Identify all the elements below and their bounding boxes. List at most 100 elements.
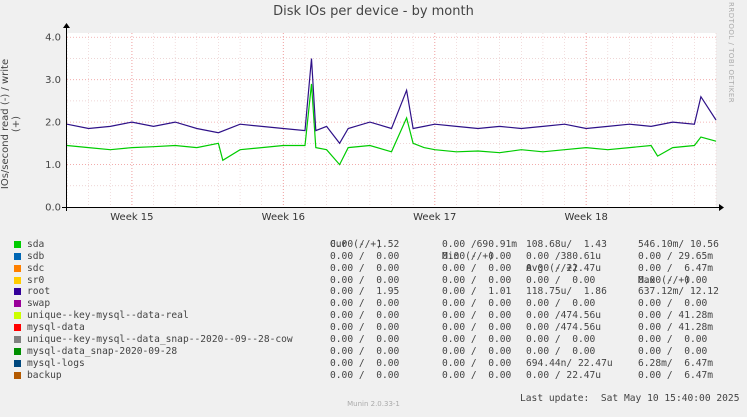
legend-row: mysql-data_snap-2020-09-28 0.00 / 0.00 0.0… xyxy=(10,346,747,358)
legend-max: 6.28m/ 6.47m xyxy=(638,357,714,369)
legend-min: 0.00 / 0.00 xyxy=(442,274,512,286)
legend-min: 0.00 / 0.00 xyxy=(442,250,512,262)
legend-avg: 0.00 /474.56u xyxy=(526,310,602,322)
legend-row: unique--key-mysql--data_snap--2020--09--… xyxy=(10,334,747,346)
y-tick-label: 1.0 xyxy=(45,160,61,171)
legend-label: sda xyxy=(27,238,45,250)
legend-cur: 0.00 / 1.52 xyxy=(330,238,400,250)
legend-avg: 0.00 /380.61u xyxy=(526,250,602,262)
legend-avg: 0.00 / 22.47u xyxy=(526,369,602,381)
legend-max: 0.00 / 29.65m xyxy=(638,250,714,262)
legend-avg: 108.68u/ 1.43 xyxy=(526,238,607,250)
legend-min: 0.00 / 0.00 xyxy=(442,345,512,357)
legend-label: sdb xyxy=(27,250,45,262)
legend-avg: 0.00 / 22.47u xyxy=(526,262,602,274)
y-tick-label: 2.0 xyxy=(45,118,61,129)
legend-label: sdc xyxy=(27,262,45,274)
x-tick-label: Week 16 xyxy=(262,212,305,223)
legend-cur: 0.00 / 0.00 xyxy=(330,334,400,346)
legend-swatch xyxy=(14,288,21,296)
legend-max: 0.00 / 0.00 xyxy=(638,274,708,286)
legend-swatch xyxy=(14,252,21,260)
legend-swatch xyxy=(14,240,21,248)
legend-row: sdc 0.00 / 0.00 0.00 / 0.00 0.00 / 22.47u 0.… xyxy=(10,263,747,275)
plot-area: 0.0 1.0 2.0 3.0 4.0 Week 15 Week 16 Week 17 Week… xyxy=(45,23,724,223)
legend-swatch xyxy=(14,264,21,272)
legend-row: sda 0.00 / 1.52 0.00 /690.91m 108.68u/ 1.43… xyxy=(10,239,747,251)
x-tick-label: Week 15 xyxy=(110,212,153,223)
legend-min: 0.00 / 0.00 xyxy=(442,322,512,334)
y-tick-label: 3.0 xyxy=(45,75,61,86)
legend-cur: 0.00 / 1.95 xyxy=(330,286,400,298)
legend-min: 0.00 / 0.00 xyxy=(442,357,512,369)
legend-min: 0.00 / 1.01 xyxy=(442,286,512,298)
legend-max: 0.00 / 6.47m xyxy=(638,262,714,274)
legend-label: backup xyxy=(27,369,62,381)
legend-max: 0.00 / 6.47m xyxy=(638,369,714,381)
legend-swatch xyxy=(14,300,21,308)
legend-row: mysql-logs 0.00 / 0.00 0.00 / 0.00 694.44n/… xyxy=(10,358,747,370)
x-tick-label: Week 17 xyxy=(413,212,456,223)
x-axis-arrow xyxy=(719,204,724,211)
legend-avg: 0.00 / 0.00 xyxy=(526,345,596,357)
legend-cur: 0.00 / 0.00 xyxy=(330,345,400,357)
x-tick-label: Week 18 xyxy=(565,212,608,223)
legend-swatch xyxy=(14,336,21,344)
legend-label: mysql-data xyxy=(27,322,85,334)
legend-cur: 0.00 / 0.00 xyxy=(330,274,400,286)
legend-label: sr0 xyxy=(27,274,45,286)
legend-cur: 0.00 / 0.00 xyxy=(330,357,400,369)
legend-label: swap xyxy=(27,298,51,310)
y-tick-label: 4.0 xyxy=(45,33,61,44)
legend-min: 0.00 / 0.00 xyxy=(442,334,512,346)
legend-swatch xyxy=(14,371,21,379)
plot-background xyxy=(66,33,716,208)
legend-cur: 0.00 / 0.00 xyxy=(330,310,400,322)
last-update-row: Last update: Sat May 10 15:40:00 2025 xyxy=(10,382,747,404)
legend-avg: 694.44n/ 22.47u xyxy=(526,357,613,369)
legend: Cur (-/+) Min (-/+) Avg (-/+) Max (-/+) … xyxy=(10,227,747,404)
legend-row: root 0.00 / 1.95 0.00 / 1.01 118.75u/ 1.86 6… xyxy=(10,286,747,298)
legend-max: 0.00 / 0.00 xyxy=(638,345,708,357)
legend-cur: 0.00 / 0.00 xyxy=(330,322,400,334)
legend-max: 0.00 / 0.00 xyxy=(638,334,708,346)
legend-row: swap 0.00 / 0.00 0.00 / 0.00 0.00 / 0.00 0.0… xyxy=(10,298,747,310)
legend-max: 637.12m/ 12.12 xyxy=(638,286,719,298)
legend-min: 0.00 / 0.00 xyxy=(442,262,512,274)
legend-swatch xyxy=(14,276,21,284)
legend-header: Cur (-/+) Min (-/+) Avg (-/+) Max (-/+) xyxy=(10,227,747,286)
legend-avg: 118.75u/ 1.86 xyxy=(526,286,607,298)
legend-label: unique--key-mysql--data_snap--2020--09--… xyxy=(27,334,293,346)
legend-min: 0.00 / 0.00 xyxy=(442,298,512,310)
legend-swatch xyxy=(14,359,21,367)
legend-label: unique--key-mysql--data-real xyxy=(27,310,189,322)
y-axis-arrow xyxy=(63,23,70,28)
y-tick-label: 0.0 xyxy=(45,203,61,214)
legend-avg: 0.00 / 0.00 xyxy=(526,298,596,310)
legend-row: sr0 0.00 / 0.00 0.00 / 0.00 0.00 / 0.00 0.00… xyxy=(10,275,747,287)
legend-swatch xyxy=(14,312,21,320)
legend-row: mysql-data 0.00 / 0.00 0.00 / 0.00 0.00 /47… xyxy=(10,322,747,334)
legend-max: 546.10m/ 10.56 xyxy=(638,238,719,250)
legend-avg: 0.00 /474.56u xyxy=(526,322,602,334)
legend-rows: sda 0.00 / 1.52 0.00 /690.91m 108.68u/ 1.43… xyxy=(10,239,747,382)
legend-row: unique--key-mysql--data-real 0.00 / 0.00 0… xyxy=(10,310,747,322)
munin-version: Munin 2.0.33-1 xyxy=(347,400,400,408)
legend-max: 0.00 / 0.00 xyxy=(638,298,708,310)
legend-label: root xyxy=(27,286,51,298)
legend-label: mysql-logs xyxy=(27,357,85,369)
legend-avg: 0.00 / 0.00 xyxy=(526,334,596,346)
legend-swatch xyxy=(14,347,21,355)
legend-avg: 0.00 / 0.00 xyxy=(526,274,596,286)
legend-cur: 0.00 / 0.00 xyxy=(330,369,400,381)
legend-max: 0.00 / 41.28m xyxy=(638,322,714,334)
legend-row: sdb 0.00 / 0.00 0.00 / 0.00 0.00 /380.61u 0.… xyxy=(10,251,747,263)
munin-graph: Disk IOs per device - by month IOs/secon… xyxy=(0,0,747,412)
legend-cur: 0.00 / 0.00 xyxy=(330,250,400,262)
legend-cur: 0.00 / 0.00 xyxy=(330,298,400,310)
legend-swatch xyxy=(14,324,21,332)
legend-label: mysql-data_snap-2020-09-28 xyxy=(27,345,178,357)
legend-max: 0.00 / 41.28m xyxy=(638,310,714,322)
legend-min: 0.00 / 0.00 xyxy=(442,310,512,322)
legend-min: 0.00 /690.91m xyxy=(442,238,518,250)
